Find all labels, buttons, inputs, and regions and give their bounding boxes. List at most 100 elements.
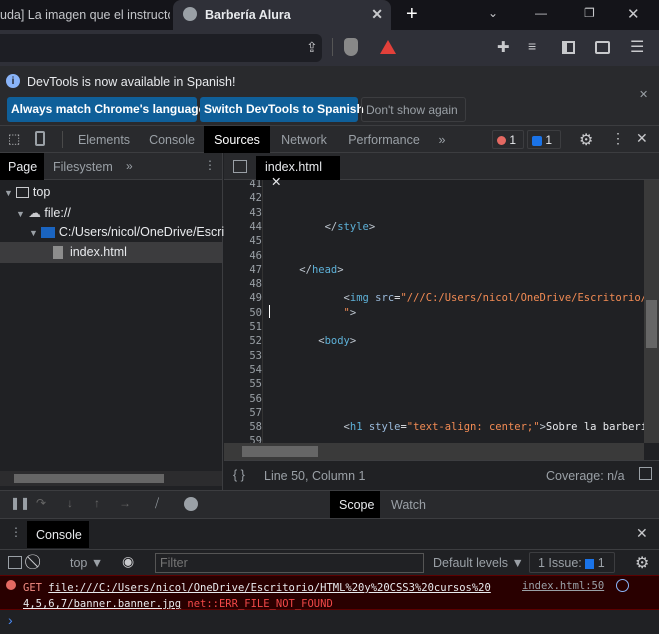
- inspect-element-icon[interactable]: ⬚: [8, 131, 20, 147]
- switch-to-spanish-button[interactable]: Switch DevTools to Spanish: [200, 97, 364, 122]
- deactivate-breakpoints-icon[interactable]: ⧸: [155, 496, 159, 511]
- close-tab-icon[interactable]: ✕: [371, 6, 383, 23]
- nav-hscrollbar[interactable]: [0, 471, 222, 486]
- line-number[interactable]: 58: [224, 421, 262, 433]
- editor-status-bar: { } Line 50, Column 1 Coverage: n/a: [224, 460, 659, 490]
- tree-item-file[interactable]: ▼ ☁ file://: [16, 205, 71, 220]
- browser-tab-inactive[interactable]: uda] La imagen que el instructor: [0, 0, 170, 30]
- new-tab-button[interactable]: +: [406, 3, 418, 26]
- settings-gear-icon[interactable]: ⚙: [579, 130, 593, 150]
- line-number[interactable]: 52: [224, 335, 262, 347]
- nav-tab-filesystem[interactable]: Filesystem: [53, 160, 113, 174]
- drawer-menu-icon[interactable]: ⋮: [10, 525, 22, 539]
- line-number[interactable]: 49: [224, 292, 262, 304]
- line-number[interactable]: 44: [224, 221, 262, 233]
- toggle-navigator-icon[interactable]: [233, 160, 247, 173]
- live-expression-eye-icon[interactable]: ◉: [122, 553, 134, 570]
- line-number[interactable]: 46: [224, 250, 262, 262]
- line-number[interactable]: 47: [224, 264, 262, 276]
- tab-performance[interactable]: Performance: [342, 126, 426, 153]
- line-number[interactable]: 41: [224, 180, 262, 190]
- tab-search-chevron-icon[interactable]: ⌄: [488, 6, 498, 20]
- wallet-icon[interactable]: [595, 41, 610, 54]
- minimize-icon[interactable]: —: [535, 6, 547, 20]
- pretty-print-button[interactable]: { }: [233, 468, 245, 482]
- tab-network[interactable]: Network: [272, 126, 336, 153]
- console-filter-input[interactable]: [155, 553, 424, 573]
- line-number[interactable]: 48: [224, 278, 262, 290]
- more-tabs-button[interactable]: »: [432, 126, 452, 153]
- step-over-icon[interactable]: ↷: [36, 496, 46, 510]
- console-prompt[interactable]: ›: [8, 612, 13, 628]
- code-line[interactable]: </style>: [274, 221, 376, 233]
- line-number[interactable]: 57: [224, 407, 262, 419]
- drawer-tab-console[interactable]: Console: [27, 521, 89, 548]
- device-toolbar-icon[interactable]: [35, 131, 45, 146]
- tree-item-folder[interactable]: ▼ C:/Users/nicol/OneDrive/Escritorio: [29, 225, 249, 239]
- code-line[interactable]: <h1 style="text-align: center;">Sobre la…: [274, 421, 644, 433]
- line-number[interactable]: 55: [224, 378, 262, 390]
- console-settings-icon[interactable]: ⚙: [635, 553, 649, 573]
- line-number[interactable]: 42: [224, 192, 262, 204]
- restore-icon[interactable]: ❐: [584, 6, 595, 20]
- messages-badge[interactable]: 1: [527, 130, 561, 149]
- console-sidebar-icon[interactable]: [8, 556, 22, 569]
- playlist-icon[interactable]: ≡: [528, 38, 536, 54]
- log-levels-dropdown[interactable]: Default levels ▼: [433, 556, 524, 570]
- dont-show-again-button[interactable]: Don't show again: [361, 97, 466, 122]
- nav-menu-icon[interactable]: ⋮: [204, 158, 216, 172]
- tab-console[interactable]: Console: [140, 126, 204, 153]
- vertical-scrollbar[interactable]: [644, 180, 659, 443]
- tab-elements[interactable]: Elements: [70, 126, 138, 153]
- horizontal-scrollbar[interactable]: [224, 443, 644, 460]
- tab-watch[interactable]: Watch: [391, 498, 426, 512]
- tab-scope[interactable]: Scope: [330, 491, 380, 518]
- close-drawer-icon[interactable]: ✕: [636, 525, 648, 542]
- line-number[interactable]: 45: [224, 235, 262, 247]
- error-source-link[interactable]: index.html:50: [522, 580, 604, 592]
- error-url-link-continued[interactable]: 4,5,6,7/banner.banner.jpg: [23, 598, 181, 610]
- brave-rewards-icon[interactable]: [380, 40, 396, 54]
- step-into-icon[interactable]: ↓: [67, 496, 73, 510]
- line-number[interactable]: 53: [224, 350, 262, 362]
- brave-shield-icon[interactable]: [344, 38, 358, 56]
- code-line[interactable]: <body>: [274, 335, 356, 347]
- always-match-language-button[interactable]: Always match Chrome's language: [7, 97, 205, 122]
- share-icon[interactable]: ⇪: [306, 39, 318, 56]
- line-number[interactable]: 54: [224, 364, 262, 376]
- errors-badge[interactable]: 1: [492, 130, 524, 149]
- step-out-icon[interactable]: ↑: [94, 496, 100, 510]
- line-number[interactable]: 50: [224, 307, 262, 319]
- tree-item-top[interactable]: ▼ top: [4, 185, 50, 199]
- pause-icon[interactable]: ❚❚: [10, 496, 30, 510]
- tab-sources[interactable]: Sources: [204, 126, 270, 153]
- context-selector[interactable]: top ▼: [70, 556, 103, 570]
- menu-icon[interactable]: ☰: [630, 37, 644, 57]
- extensions-icon[interactable]: ✚: [497, 38, 510, 56]
- close-infobar-icon[interactable]: ✕: [639, 88, 648, 101]
- sidebar-icon[interactable]: [562, 41, 575, 54]
- close-devtools-icon[interactable]: ✕: [636, 130, 648, 147]
- tree-item-index-html[interactable]: index.html: [0, 242, 222, 263]
- error-url-link[interactable]: file:///C:/Users/nicol/OneDrive/Escritor…: [48, 582, 491, 594]
- editor-file-tab[interactable]: index.html ✕: [256, 156, 340, 189]
- more-options-icon[interactable]: ⋮: [611, 130, 625, 147]
- code-line[interactable]: ">: [274, 307, 357, 319]
- nav-more-button[interactable]: »: [126, 159, 133, 173]
- close-window-icon[interactable]: ✕: [627, 5, 640, 23]
- pause-on-exceptions-icon[interactable]: [184, 497, 198, 511]
- issues-button[interactable]: 1 Issue: 1: [529, 552, 615, 573]
- browser-tab-active[interactable]: Barbería Alura ✕: [173, 0, 391, 31]
- network-request-icon[interactable]: [616, 579, 629, 592]
- line-number[interactable]: 43: [224, 207, 262, 219]
- code-line[interactable]: <img src="///C:/Users/nicol/OneDrive/Esc…: [274, 292, 644, 304]
- toggle-debugger-icon[interactable]: [639, 467, 652, 480]
- line-number[interactable]: 56: [224, 393, 262, 405]
- line-number[interactable]: 59: [224, 435, 262, 443]
- step-icon[interactable]: →: [119, 496, 131, 510]
- nav-tab-page[interactable]: Page: [0, 153, 44, 180]
- code-line[interactable]: </head>: [274, 264, 343, 276]
- address-bar[interactable]: [0, 34, 322, 62]
- code-lines[interactable]: 41 42 43 44 </style> 45 46 47 </head> 48 49 <img…: [224, 180, 644, 443]
- line-number[interactable]: 51: [224, 321, 262, 333]
